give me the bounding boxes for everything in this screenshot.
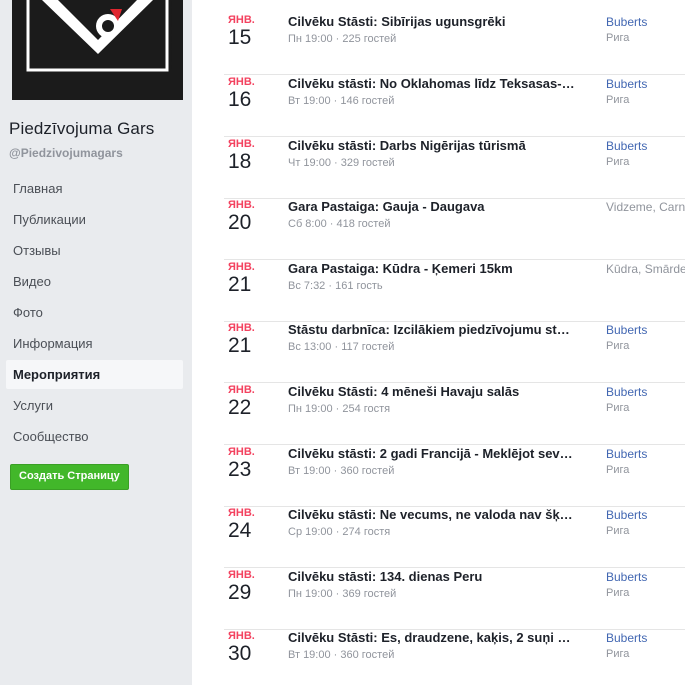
page-title[interactable]: Piedzīvojuma Gars (9, 119, 154, 139)
event-month: ЯНВ. (228, 138, 255, 150)
event-time-guests: Вс 13:00 · 117 гостей (288, 341, 395, 353)
event-title-link[interactable]: Cilvēku Stāsti: Sibīrijas ugunsgrēki (288, 14, 588, 29)
event-venue-link[interactable]: Buberts (606, 447, 685, 461)
event-title-link[interactable]: Cilvēku stāsti: 134. dienas Peru (288, 569, 588, 584)
nav-item-events[interactable]: Мероприятия (6, 360, 183, 389)
event-row[interactable]: ЯНВ. 24 Cilvēku stāsti: Ne vecums, ne va… (192, 507, 685, 568)
event-month: ЯНВ. (228, 630, 255, 642)
row-divider (224, 136, 685, 137)
event-time-guests: Пн 19:00 · 225 гостей (288, 33, 397, 45)
event-city: Рига (606, 648, 630, 660)
event-row[interactable]: ЯНВ. 29 Cilvēku stāsti: 134. dienas Peru… (192, 569, 685, 630)
events-list: ЯНВ. 15 Cilvēku Stāsti: Sibīrijas ugunsg… (192, 0, 685, 685)
row-divider (224, 444, 685, 445)
event-month: ЯНВ. (228, 14, 255, 26)
event-time-guests: Вт 19:00 · 360 гостей (288, 465, 395, 477)
event-month: ЯНВ. (228, 322, 255, 334)
event-day: 21 (228, 273, 252, 296)
event-day: 23 (228, 458, 252, 481)
event-day: 29 (228, 581, 252, 604)
event-row[interactable]: ЯНВ. 21 Stāstu darbnīca: Izcilākiem pied… (192, 322, 685, 383)
eye-triangle-logo (12, 0, 183, 100)
event-day: 20 (228, 211, 252, 234)
event-time-guests: Вт 19:00 · 146 гостей (288, 95, 395, 107)
event-venue-link[interactable]: Buberts (606, 323, 685, 337)
event-city: Рига (606, 156, 630, 168)
event-city: Рига (606, 340, 630, 352)
event-day: 16 (228, 88, 252, 111)
event-city: Рига (606, 587, 630, 599)
event-day: 24 (228, 519, 252, 542)
event-title-link[interactable]: Stāstu darbnīca: Izcilākiem piedzīvojumu… (288, 322, 588, 337)
event-row[interactable]: ЯНВ. 18 Cilvēku stāsti: Darbs Nigērijas … (192, 138, 685, 199)
event-time-guests: Ср 19:00 · 274 гостя (288, 526, 391, 538)
page-cover-logo[interactable] (12, 0, 183, 100)
event-month: ЯНВ. (228, 569, 255, 581)
nav-item-home[interactable]: Главная (6, 174, 183, 203)
event-row[interactable]: ЯНВ. 20 Gara Pastaiga: Gauja - Daugava С… (192, 199, 685, 260)
event-row[interactable]: ЯНВ. 22 Cilvēku Stāsti: 4 mēneši Havaju … (192, 384, 685, 445)
event-venue-link[interactable]: Buberts (606, 15, 685, 29)
row-divider (224, 382, 685, 383)
event-city: Рига (606, 525, 630, 537)
nav-item-posts[interactable]: Публикации (6, 205, 183, 234)
event-time-guests: Пн 19:00 · 254 гостя (288, 403, 391, 415)
event-venue-text: Vidzeme, Carni (606, 200, 685, 214)
event-city: Рига (606, 464, 630, 476)
event-venue-link[interactable]: Buberts (606, 631, 685, 645)
event-day: 30 (228, 642, 252, 665)
nav-item-about[interactable]: Информация (6, 329, 183, 358)
event-time-guests: Вт 19:00 · 360 гостей (288, 649, 395, 661)
event-month: ЯНВ. (228, 261, 255, 273)
event-row[interactable]: ЯНВ. 23 Cilvēku stāsti: 2 gadi Francijā … (192, 446, 685, 507)
event-venue-text: Kūdra, Smārde (606, 262, 685, 276)
left-sidebar: Piedzīvojuma Gars @Piedzivojumagars Глав… (0, 0, 192, 685)
row-divider (224, 74, 685, 75)
event-city: Рига (606, 402, 630, 414)
event-title-link[interactable]: Gara Pastaiga: Gauja - Daugava (288, 199, 588, 214)
nav-item-services[interactable]: Услуги (6, 391, 183, 420)
event-title-link[interactable]: Gara Pastaiga: Kūdra - Ķemeri 15km (288, 261, 588, 276)
event-city: Рига (606, 32, 630, 44)
event-month: ЯНВ. (228, 507, 255, 519)
event-time-guests: Пн 19:00 · 369 гостей (288, 588, 397, 600)
event-row[interactable]: ЯНВ. 21 Gara Pastaiga: Kūdra - Ķemeri 15… (192, 261, 685, 322)
event-day: 21 (228, 334, 252, 357)
event-venue-link[interactable]: Buberts (606, 508, 685, 522)
event-city: Рига (606, 94, 630, 106)
event-row[interactable]: ЯНВ. 16 Cilvēku stāsti: No Oklahomas līd… (192, 76, 685, 137)
event-venue-link[interactable]: Buberts (606, 139, 685, 153)
event-time-guests: Чт 19:00 · 329 гостей (288, 157, 395, 169)
event-title-link[interactable]: Cilvēku stāsti: 2 gadi Francijā - Meklēj… (288, 446, 588, 461)
event-title-link[interactable]: Cilvēku Stāsti: Es, draudzene, kaķis, 2 … (288, 630, 588, 645)
event-time-guests: Вс 7:32 · 161 гость (288, 280, 383, 292)
row-divider (224, 259, 685, 260)
event-month: ЯНВ. (228, 199, 255, 211)
event-month: ЯНВ. (228, 446, 255, 458)
event-day: 18 (228, 150, 252, 173)
event-venue-link[interactable]: Buberts (606, 77, 685, 91)
event-title-link[interactable]: Cilvēku stāsti: Darbs Nigērijas tūrismā (288, 138, 588, 153)
nav-item-community[interactable]: Сообщество (6, 422, 183, 451)
event-row[interactable]: ЯНВ. 15 Cilvēku Stāsti: Sibīrijas ugunsg… (192, 14, 685, 75)
nav-item-photos[interactable]: Фото (6, 298, 183, 327)
page-nav-menu: Главная Публикации Отзывы Видео Фото Инф… (6, 174, 183, 453)
nav-item-reviews[interactable]: Отзывы (6, 236, 183, 265)
create-page-button[interactable]: Создать Страницу (10, 464, 129, 490)
event-title-link[interactable]: Cilvēku Stāsti: 4 mēneši Havaju salās (288, 384, 588, 399)
event-month: ЯНВ. (228, 384, 255, 396)
page-username[interactable]: @Piedzivojumagars (9, 146, 123, 160)
event-venue-link[interactable]: Buberts (606, 385, 685, 399)
event-day: 22 (228, 396, 252, 419)
event-title-link[interactable]: Cilvēku stāsti: No Oklahomas līdz Teksas… (288, 76, 588, 91)
event-time-guests: Сб 8:00 · 418 гостей (288, 218, 391, 230)
event-venue-link[interactable]: Buberts (606, 570, 685, 584)
event-title-link[interactable]: Cilvēku stāsti: Ne vecums, ne valoda nav… (288, 507, 588, 522)
row-divider (224, 567, 685, 568)
event-day: 15 (228, 26, 252, 49)
nav-item-videos[interactable]: Видео (6, 267, 183, 296)
event-row[interactable]: ЯНВ. 30 Cilvēku Stāsti: Es, draudzene, k… (192, 630, 685, 685)
event-month: ЯНВ. (228, 76, 255, 88)
